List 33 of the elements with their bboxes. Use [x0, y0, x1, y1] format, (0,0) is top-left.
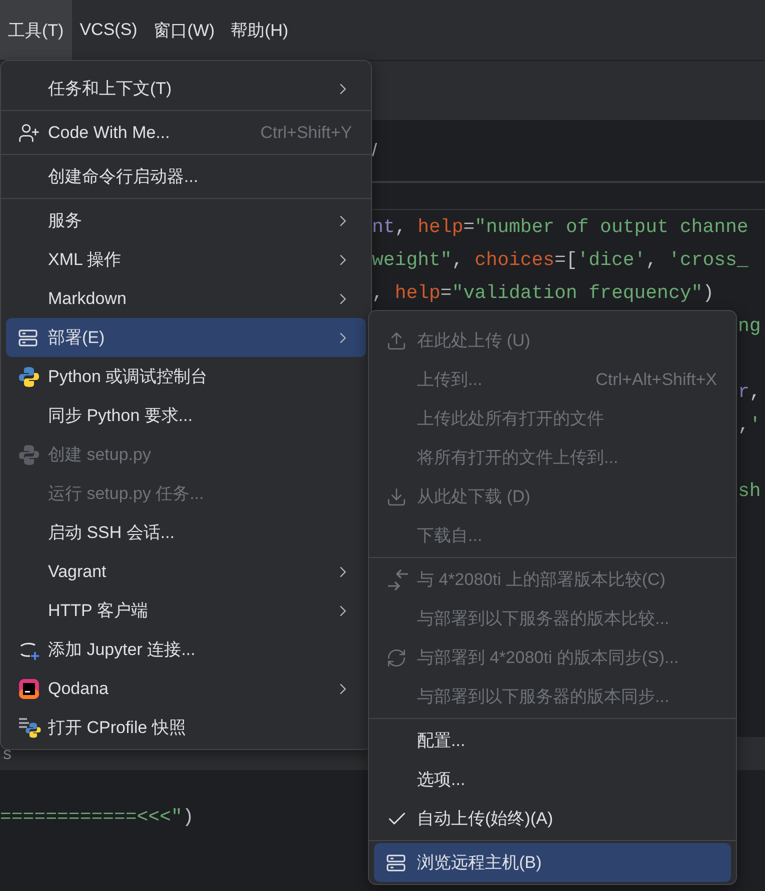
- menu-item[interactable]: 配置...: [374, 721, 731, 760]
- console-line: ============<<<"): [0, 806, 194, 828]
- code-line: r,: [738, 381, 761, 403]
- menubar-item[interactable]: 工具(T): [0, 0, 72, 60]
- menu-item[interactable]: 部署(E): [6, 318, 366, 357]
- menu-item[interactable]: 选项...: [374, 760, 731, 799]
- menu-item[interactable]: XML 操作: [6, 240, 366, 279]
- menu-item[interactable]: 自动上传(始终)(A): [374, 799, 731, 838]
- breadcrumb-text: /: [372, 140, 378, 161]
- menu-item[interactable]: Vagrant: [6, 552, 366, 591]
- menu-item[interactable]: 添加 Jupyter 连接...: [6, 630, 366, 669]
- menu-item[interactable]: 创建命令行启动器...: [6, 157, 366, 196]
- menu-item[interactable]: 服务: [6, 201, 366, 240]
- code-line: , help="validation frequency"): [372, 282, 714, 304]
- menubar-item[interactable]: 帮助(H): [222, 0, 296, 60]
- menu-item[interactable]: 浏览远程主机(B): [374, 843, 731, 882]
- menu-item[interactable]: Code With Me... Ctrl+Shift+Y: [6, 113, 366, 152]
- code-line: ng: [738, 315, 761, 337]
- menu-item[interactable]: 打开 CProfile 快照: [6, 708, 366, 747]
- menu-item[interactable]: HTTP 客户端: [6, 591, 366, 630]
- menu-item[interactable]: Qodana: [6, 669, 366, 708]
- shortcut-text: Ctrl+Alt+Shift+X: [596, 370, 717, 390]
- code-line: weight", choices=['dice', 'cross_: [372, 249, 748, 271]
- code-line: sh: [738, 480, 761, 502]
- menubar-item[interactable]: VCS(S): [72, 0, 146, 60]
- menu-item[interactable]: Python 或调试控制台: [6, 357, 366, 396]
- menu-item[interactable]: 同步 Python 要求...: [6, 396, 366, 435]
- shortcut-text: Ctrl+Shift+Y: [260, 122, 352, 142]
- menubar-item[interactable]: 窗口(W): [145, 0, 223, 60]
- menu-item[interactable]: 启动 SSH 会话...: [6, 513, 366, 552]
- code-line: nt, help="number of output channe: [372, 216, 748, 238]
- menu-item[interactable]: Markdown: [6, 279, 366, 318]
- code-line: ,': [738, 414, 761, 436]
